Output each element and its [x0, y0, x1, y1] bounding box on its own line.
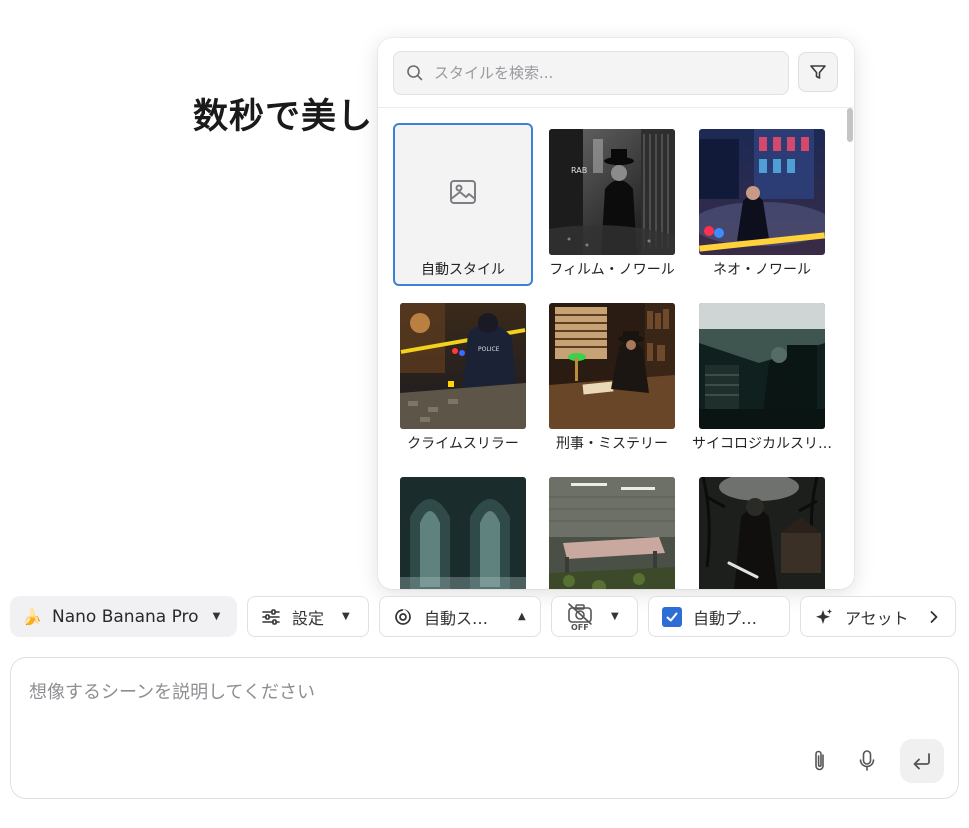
style-card-film-noir[interactable]: RAB フィルム・ノワール [542, 123, 682, 286]
style-card-detective-mystery[interactable]: 刑事・ミステリー [542, 297, 682, 460]
page-headline: 数秒で美し [193, 97, 374, 137]
paperclip-icon [815, 750, 824, 771]
prompt-input[interactable] [29, 678, 929, 718]
sliders-icon [262, 608, 280, 625]
style-label: クライムスリラー [407, 436, 519, 452]
chevron-up-icon: ▲ [518, 611, 526, 622]
style-label: ネオ・ノワール [713, 262, 811, 278]
microphone-icon [859, 750, 875, 771]
model-label: Nano Banana Pro [52, 606, 199, 627]
sparkle-icon [816, 608, 832, 624]
style-card-horror-ward[interactable] [542, 471, 682, 589]
chevron-right-icon [930, 610, 938, 623]
search-icon [407, 65, 423, 81]
page: 数秒で美し スタイルを検索... 自動スタイル RAB フィルム・ノワール ネオ… [0, 0, 969, 828]
style-picker-popup: 自動スタイル RAB [378, 38, 854, 589]
settings-button[interactable]: 設定 ▼ [247, 596, 369, 637]
style-card-gothic[interactable] [393, 471, 533, 589]
style-search-box[interactable] [393, 51, 789, 95]
attach-button[interactable] [807, 746, 833, 776]
filter-icon [810, 65, 826, 79]
style-thumb-slasher [699, 477, 825, 589]
style-search-input[interactable] [434, 64, 754, 82]
style-label: 自動スタイル [421, 262, 505, 278]
popup-scrollbar-thumb[interactable] [847, 108, 853, 142]
settings-label: 設定 [292, 608, 325, 628]
checkbox-checked[interactable] [662, 606, 682, 627]
style-label: 自動スタイル [424, 608, 504, 628]
style-card-psychological-thriller[interactable]: サイコロジカルスリラー [692, 297, 832, 460]
auto-prompt-label: 自動プロンプト [693, 608, 773, 628]
style-card-neo-noir[interactable]: ネオ・ノワール [692, 123, 832, 286]
svg-text:RAB: RAB [571, 166, 587, 175]
style-label: フィルム・ノワール [549, 262, 675, 278]
camera-toggle[interactable]: OFF ▼ [551, 596, 638, 637]
assets-label: アセット [845, 608, 909, 628]
style-card-crime-thriller[interactable]: POLICE クライムスリラー [393, 297, 533, 460]
style-swirl-icon [395, 608, 411, 625]
style-thumb-psychological-thriller [699, 303, 825, 429]
style-thumb-gothic [400, 477, 526, 589]
chevron-down-icon: ▼ [212, 611, 221, 622]
style-card-auto[interactable]: 自動スタイル [393, 123, 533, 286]
enter-icon [913, 753, 930, 770]
auto-prompt-toggle[interactable]: 自動プロンプト [648, 596, 790, 637]
send-button[interactable] [900, 739, 944, 783]
style-thumb-film-noir: RAB [549, 129, 675, 255]
check-icon [666, 612, 678, 621]
popup-scrollbar[interactable] [845, 108, 854, 589]
camera-off-badge: OFF [571, 622, 589, 632]
prompt-composer [10, 657, 959, 799]
chevron-down-icon: ▼ [611, 611, 619, 622]
chevron-down-icon: ▼ [342, 611, 350, 622]
style-card-slasher[interactable] [692, 471, 832, 589]
style-thumb-crime-thriller: POLICE [400, 303, 526, 429]
assets-button[interactable]: アセット [800, 596, 956, 637]
banana-icon: 🍌 [22, 607, 42, 626]
style-thumb-horror-ward [549, 477, 675, 589]
model-selector[interactable]: 🍌 Nano Banana Pro ▼ [10, 596, 237, 637]
style-grid: 自動スタイル RAB フィルム・ノワール ネオ・ノワール POLICE クライム… [378, 108, 844, 589]
voice-input-button[interactable] [854, 746, 880, 776]
style-thumb-detective-mystery [549, 303, 675, 429]
style-selector[interactable]: 自動スタイル ▲ [379, 596, 541, 637]
style-label: サイコロジカルスリラー [692, 436, 832, 452]
svg-text:POLICE: POLICE [478, 346, 500, 353]
filter-button[interactable] [798, 52, 838, 92]
style-thumb-auto [400, 129, 526, 255]
style-label: 刑事・ミステリー [556, 436, 668, 452]
image-icon [450, 180, 476, 204]
camera-off-icon: OFF [566, 602, 594, 632]
style-thumb-neo-noir [699, 129, 825, 255]
